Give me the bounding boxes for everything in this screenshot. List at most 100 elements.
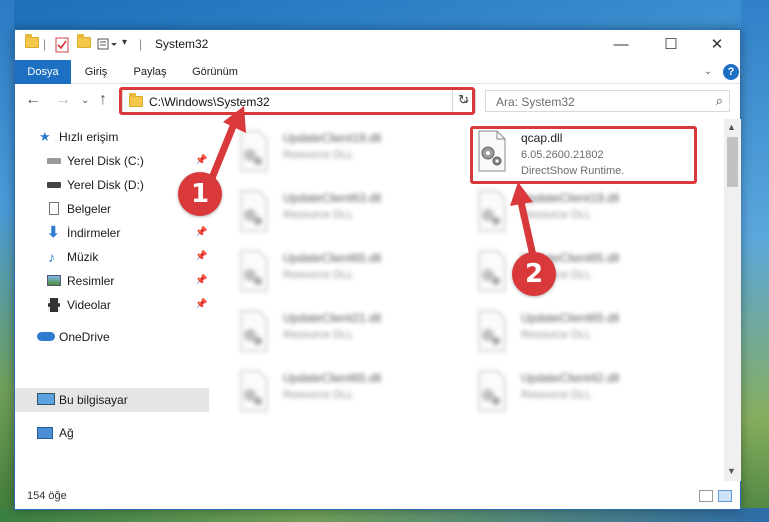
details-view-icon[interactable]	[699, 490, 713, 502]
explorer-window: | ▾ | System32 — ☐ ✕ Dosya Giriş Paylaş …	[14, 29, 741, 510]
dll-file-icon	[240, 190, 268, 232]
forward-arrow-icon[interactable]: →	[55, 91, 71, 109]
file-name: UpdateClient65.dll	[283, 251, 382, 265]
star-icon: ★	[39, 129, 51, 144]
file-tile[interactable]: UpdateClient65.dll Resource DLL	[473, 249, 693, 299]
sidebar-item-label: Videolar	[67, 298, 111, 312]
file-name: UpdateClient19.dll	[283, 131, 382, 145]
file-tile[interactable]: UpdateClient65.dll Resource DLL	[235, 369, 455, 419]
title-bar: | ▾ | System32 — ☐ ✕	[15, 30, 740, 60]
file-tile[interactable]: UpdateClient42.dll Resource DLL	[473, 369, 693, 419]
tab-share[interactable]: Paylaş	[127, 60, 173, 84]
sidebar-item-label: Müzik	[67, 250, 99, 264]
search-box[interactable]: Ara: System32 ⌕	[485, 90, 730, 112]
drive-icon	[47, 158, 61, 164]
file-description: Resource DLL	[283, 269, 354, 281]
properties-icon[interactable]	[55, 37, 69, 53]
pin-icon[interactable]: 📌	[195, 149, 207, 173]
desktop-background-left	[0, 0, 14, 522]
scrollbar-thumb[interactable]	[727, 137, 738, 187]
sidebar-item-label: OneDrive	[59, 330, 110, 344]
network-icon	[37, 427, 53, 439]
tab-view[interactable]: Görünüm	[187, 60, 243, 84]
separator: |	[139, 37, 143, 51]
sidebar-item-videos[interactable]: Videolar 📌	[15, 293, 209, 317]
dll-file-icon	[240, 310, 268, 352]
separator: |	[43, 37, 47, 51]
file-description: Resource DLL	[521, 329, 592, 341]
file-tile[interactable]: UpdateClient19.dll Resource DLL	[235, 129, 455, 179]
desktop-background-right	[741, 0, 769, 522]
sidebar-item-label: Belgeler	[67, 202, 112, 216]
tab-home[interactable]: Giriş	[77, 60, 115, 84]
sidebar-item-downloads[interactable]: ⬇ İndirmeler 📌	[15, 221, 209, 245]
video-icon	[48, 298, 60, 312]
pin-icon[interactable]: 📌	[195, 245, 207, 269]
file-description: Resource DLL	[283, 329, 354, 341]
help-icon[interactable]: ?	[723, 64, 739, 80]
file-description: Resource DLL	[521, 389, 592, 401]
file-description: Resource DLL	[283, 389, 354, 401]
vertical-scrollbar[interactable]: ▲ ▼	[724, 119, 741, 481]
sidebar-item-label: Ağ	[59, 426, 74, 440]
up-arrow-icon[interactable]: ↑	[99, 91, 107, 109]
ribbon-tabs: Dosya Giriş Paylaş Görünüm ⌄ ?	[15, 60, 740, 84]
dll-file-icon	[478, 310, 506, 352]
sidebar-item-label: Resimler	[67, 274, 115, 288]
file-tile[interactable]: UpdateClient65.dll Resource DLL	[473, 309, 693, 359]
item-count: 154 öğe	[27, 490, 67, 502]
tab-file[interactable]: Dosya	[15, 60, 71, 84]
search-icon: ⌕	[715, 93, 723, 108]
document-icon	[49, 202, 59, 215]
file-highlight-box	[470, 126, 697, 184]
sidebar-item-this-pc[interactable]: Bu bilgisayar	[15, 388, 209, 412]
sidebar-item-music[interactable]: ♪ Müzik 📌	[15, 245, 209, 269]
dll-file-icon	[240, 130, 268, 172]
sidebar-item-label: Hızlı erişim	[59, 130, 119, 144]
view-options-icon[interactable]	[97, 37, 119, 53]
file-description: Resource DLL	[521, 209, 592, 221]
drive-icon	[47, 182, 61, 188]
dll-file-icon	[478, 190, 506, 232]
customize-toolbar-icon[interactable]: ▾	[122, 37, 127, 53]
minimize-button[interactable]: —	[598, 30, 644, 60]
sidebar-item-label: Yerel Disk (D:)	[67, 178, 144, 192]
sidebar-item-pictures[interactable]: Resimler 📌	[15, 269, 209, 293]
sidebar-item-network[interactable]: Ağ	[15, 421, 209, 445]
file-description: Resource DLL	[283, 149, 354, 161]
pin-icon[interactable]: 📌	[195, 293, 207, 317]
file-tile[interactable]: UpdateClient19.dll Resource DLL	[473, 189, 693, 239]
expand-ribbon-icon[interactable]: ⌄	[701, 60, 715, 84]
status-bar: 154 öğe	[15, 485, 740, 509]
tiles-view-icon[interactable]	[718, 490, 732, 502]
back-arrow-icon[interactable]: ←	[25, 91, 41, 109]
maximize-button[interactable]: ☐	[648, 30, 694, 60]
scroll-down-icon[interactable]: ▼	[727, 466, 736, 476]
download-icon: ⬇	[47, 224, 60, 241]
sidebar-item-label: İndirmeler	[67, 226, 121, 240]
pictures-icon	[47, 275, 61, 286]
file-tile[interactable]: UpdateClient21.dll Resource DLL	[235, 309, 455, 359]
dll-file-icon	[240, 250, 268, 292]
close-button[interactable]: ✕	[694, 30, 740, 60]
recent-locations-icon[interactable]: ⌄	[81, 95, 89, 106]
new-folder-icon[interactable]	[77, 34, 91, 53]
pin-icon[interactable]: 📌	[195, 221, 207, 245]
dll-file-icon	[240, 370, 268, 412]
sidebar-item-drive-c[interactable]: Yerel Disk (C:) 📌	[15, 149, 209, 173]
pin-icon[interactable]: 📌	[195, 269, 207, 293]
sidebar-item-onedrive[interactable]: OneDrive	[15, 325, 209, 349]
sidebar-item-quick-access[interactable]: ★ Hızlı erişim	[15, 125, 209, 149]
music-icon: ♪	[48, 249, 55, 265]
dll-file-icon	[478, 250, 506, 292]
sidebar-item-label: Bu bilgisayar	[59, 393, 128, 407]
file-tile[interactable]: UpdateClient63.dll Resource DLL	[235, 189, 455, 239]
scroll-up-icon[interactable]: ▲	[727, 122, 736, 132]
file-tile[interactable]: UpdateClient65.dll Resource DLL	[235, 249, 455, 299]
step-marker-2: 2	[512, 252, 556, 296]
file-name: UpdateClient65.dll	[283, 371, 382, 385]
search-placeholder: Ara: System32	[496, 95, 575, 109]
file-name: UpdateClient19.dll	[521, 191, 620, 205]
step-marker-1: 1	[178, 172, 222, 216]
file-description: Resource DLL	[283, 209, 354, 221]
